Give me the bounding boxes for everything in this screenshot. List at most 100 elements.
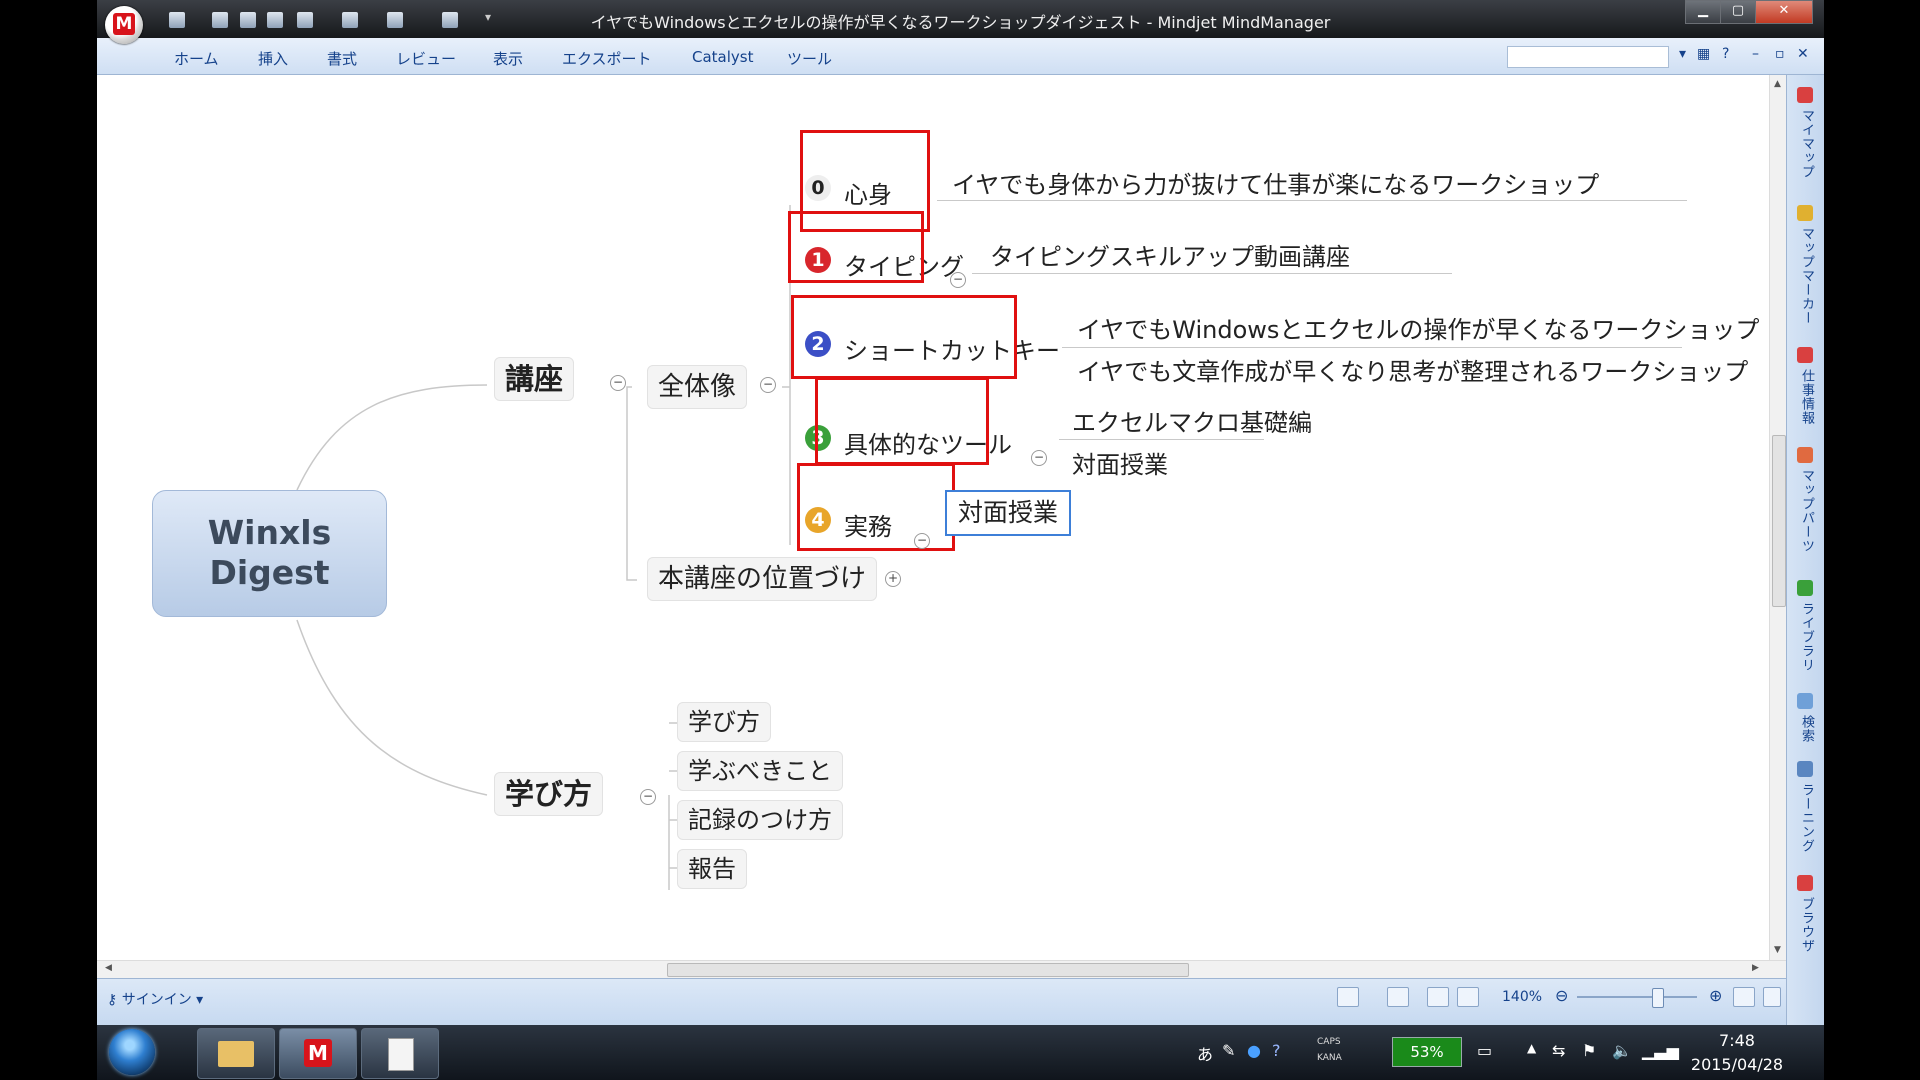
course-3-detail-1[interactable]: 対面授業	[1072, 445, 1168, 480]
collapse-course-3-icon[interactable]: −	[1031, 450, 1047, 466]
side-tab-library[interactable]: ライブラリ	[1796, 602, 1816, 672]
topic-ichiduke[interactable]: 本講座の位置づけ	[647, 557, 878, 601]
scroll-up-icon[interactable]: ▲	[1774, 79, 1781, 89]
map-canvas[interactable]: Winxls Digest 講座 − 学び方 − 全体像 − 本講座の位置づけ …	[97, 75, 1769, 960]
topic-kouza[interactable]: 講座	[494, 357, 575, 401]
sign-in-link[interactable]: ⚷ サインイン ▾	[107, 989, 203, 1009]
ribbon-minimize-icon[interactable]: –	[1752, 46, 1759, 62]
course-0-detail-0[interactable]: イヤでも身体から力が抜けて仕事が楽になるワークショップ	[952, 165, 1599, 200]
detail-underline	[1062, 347, 1682, 348]
tab-insert[interactable]: 挿入	[258, 48, 288, 69]
zoom-slider[interactable]	[1577, 996, 1697, 998]
topic-manabikata[interactable]: 学び方	[494, 772, 604, 816]
horizontal-scroll-thumb[interactable]	[667, 963, 1189, 977]
central-topic[interactable]: Winxls Digest	[152, 490, 387, 617]
side-tab-map-markers[interactable]: マップマーカー	[1796, 227, 1816, 325]
ribbon-restore-icon[interactable]: ▫	[1775, 46, 1785, 62]
topic-zentaizo[interactable]: 全体像	[647, 365, 748, 409]
tab-export[interactable]: エクスポート	[562, 48, 652, 69]
taskbar-mindmanager-icon[interactable]: M	[279, 1028, 357, 1079]
caps-indicator: CAPS	[1317, 1037, 1341, 1047]
ribbon-search-input[interactable]	[1507, 46, 1669, 68]
vertical-scrollbar[interactable]: ▲ ▼	[1769, 75, 1787, 960]
minimize-button[interactable]: ▁	[1685, 0, 1721, 24]
zoom-slider-knob[interactable]	[1652, 988, 1664, 1008]
scroll-right-icon[interactable]: ▶	[1752, 963, 1759, 973]
side-tab-browser[interactable]: ブラウザ	[1796, 897, 1816, 953]
ribbon-close-icon[interactable]: ✕	[1797, 46, 1809, 62]
tab-home[interactable]: ホーム	[174, 48, 219, 69]
highlight-box-3	[815, 377, 989, 465]
account-icon[interactable]: ▦	[1697, 46, 1710, 62]
horizontal-scrollbar[interactable]: ◀ ▶	[97, 960, 1786, 978]
taskbar-notepad-icon[interactable]	[361, 1028, 439, 1079]
side-tab-map-parts[interactable]: マップパーツ	[1796, 469, 1816, 553]
help-circle-icon[interactable]: ?	[1722, 46, 1729, 62]
selected-topic-taimen[interactable]: 対面授業	[945, 490, 1071, 536]
clock-time[interactable]: 7:48	[1697, 1031, 1777, 1050]
focus-icon[interactable]	[1387, 987, 1409, 1007]
volume-icon[interactable]: 🔈	[1612, 1041, 1632, 1060]
vertical-scroll-thumb[interactable]	[1772, 435, 1786, 607]
collapse-course-4-icon[interactable]: −	[914, 533, 930, 549]
central-topic-line2: Digest	[209, 553, 330, 592]
side-tab-learning[interactable]: ラーニング	[1796, 783, 1816, 853]
scroll-left-icon[interactable]: ◀	[105, 963, 112, 973]
map-view-icon[interactable]	[1427, 987, 1449, 1007]
zoom-level[interactable]: 140%	[1502, 989, 1542, 1005]
signal-icon[interactable]: ▁▃▅	[1642, 1041, 1679, 1060]
collapse-manabikata-icon[interactable]: −	[640, 789, 656, 805]
power-icon[interactable]: ▭	[1477, 1041, 1492, 1060]
manabikata-child-2[interactable]: 記録のつけ方	[677, 800, 843, 840]
tab-catalyst[interactable]: Catalyst	[692, 48, 753, 66]
app-menu-button[interactable]: M	[105, 6, 143, 44]
expand-ichiduke-icon[interactable]: +	[885, 571, 901, 587]
tab-view[interactable]: 表示	[493, 48, 523, 69]
my-maps-icon	[1797, 87, 1813, 103]
manabikata-child-1[interactable]: 学ぶべきこと	[677, 751, 843, 791]
taskbar-explorer-icon[interactable]	[197, 1028, 275, 1079]
ime-tools-icon[interactable]: ✎	[1222, 1041, 1235, 1060]
side-tab-search[interactable]: 検索	[1796, 715, 1816, 743]
manabikata-child-0[interactable]: 学び方	[677, 702, 771, 742]
tab-tools[interactable]: ツール	[787, 48, 832, 69]
side-tab-my-maps[interactable]: マイマップ	[1796, 109, 1816, 179]
collapse-course-1-icon[interactable]: −	[950, 272, 966, 288]
battery-indicator[interactable]: 53%	[1392, 1037, 1462, 1067]
course-1-detail-0[interactable]: タイピングスキルアップ動画講座	[990, 237, 1350, 272]
course-3-detail-0[interactable]: エクセルマクロ基礎編	[1072, 403, 1312, 438]
ribbon-tabs: ホーム 挿入 書式 レビュー 表示 エクスポート Catalyst ツール ▾ …	[97, 38, 1824, 75]
collapse-kouza-icon[interactable]: −	[610, 375, 626, 391]
outline-view-icon[interactable]	[1457, 987, 1479, 1007]
manabikata-child-3[interactable]: 報告	[677, 849, 747, 889]
scroll-down-icon[interactable]: ▼	[1774, 945, 1781, 955]
task-pane-toggle-icon[interactable]	[1763, 987, 1781, 1007]
tab-format[interactable]: 書式	[327, 48, 357, 69]
ime-help-icon[interactable]: ?	[1272, 1041, 1281, 1060]
detail-underline	[972, 273, 1452, 274]
course-2-detail-1[interactable]: イヤでも文章作成が早くなり思考が整理されるワークショップ	[1077, 352, 1748, 387]
maximize-button[interactable]: ▢	[1720, 0, 1756, 24]
ribbon-dropdown-icon[interactable]: ▾	[1679, 46, 1686, 62]
action-center-flag-icon[interactable]: ⚑	[1582, 1041, 1596, 1060]
tab-review[interactable]: レビュー	[396, 48, 456, 69]
ime-mode[interactable]: あ	[1197, 1041, 1213, 1065]
show-hidden-icons[interactable]: ▲	[1527, 1041, 1536, 1055]
fit-map-icon[interactable]	[1733, 987, 1755, 1007]
filter-icon[interactable]	[1337, 987, 1359, 1007]
highlight-box-4	[797, 463, 955, 551]
network-share-icon[interactable]: ⇆	[1552, 1041, 1565, 1060]
ime-dictionary-icon[interactable]: ●	[1247, 1041, 1261, 1060]
highlight-box-1	[788, 211, 924, 283]
side-tab-task-info[interactable]: 仕事情報	[1796, 369, 1816, 425]
zoom-in-icon[interactable]: ⊕	[1709, 986, 1722, 1005]
collapse-zentaizo-icon[interactable]: −	[760, 377, 776, 393]
clock-date[interactable]: 2015/04/28	[1687, 1055, 1787, 1074]
task-pane-tabs: マイマップ マップマーカー 仕事情報 マップパーツ ライブラリ 検索 ラーニング…	[1786, 75, 1824, 1025]
course-2-detail-0[interactable]: イヤでもWindowsとエクセルの操作が早くなるワークショップ	[1077, 310, 1759, 345]
start-button[interactable]	[109, 1029, 155, 1075]
kana-indicator: KANA	[1317, 1053, 1342, 1063]
zoom-out-icon[interactable]: ⊖	[1555, 986, 1568, 1005]
title-bar: ▾ イヤでもWindowsとエクセルの操作が早くなるワークショップダイジェスト …	[97, 0, 1824, 38]
close-button[interactable]: ✕	[1755, 0, 1813, 24]
